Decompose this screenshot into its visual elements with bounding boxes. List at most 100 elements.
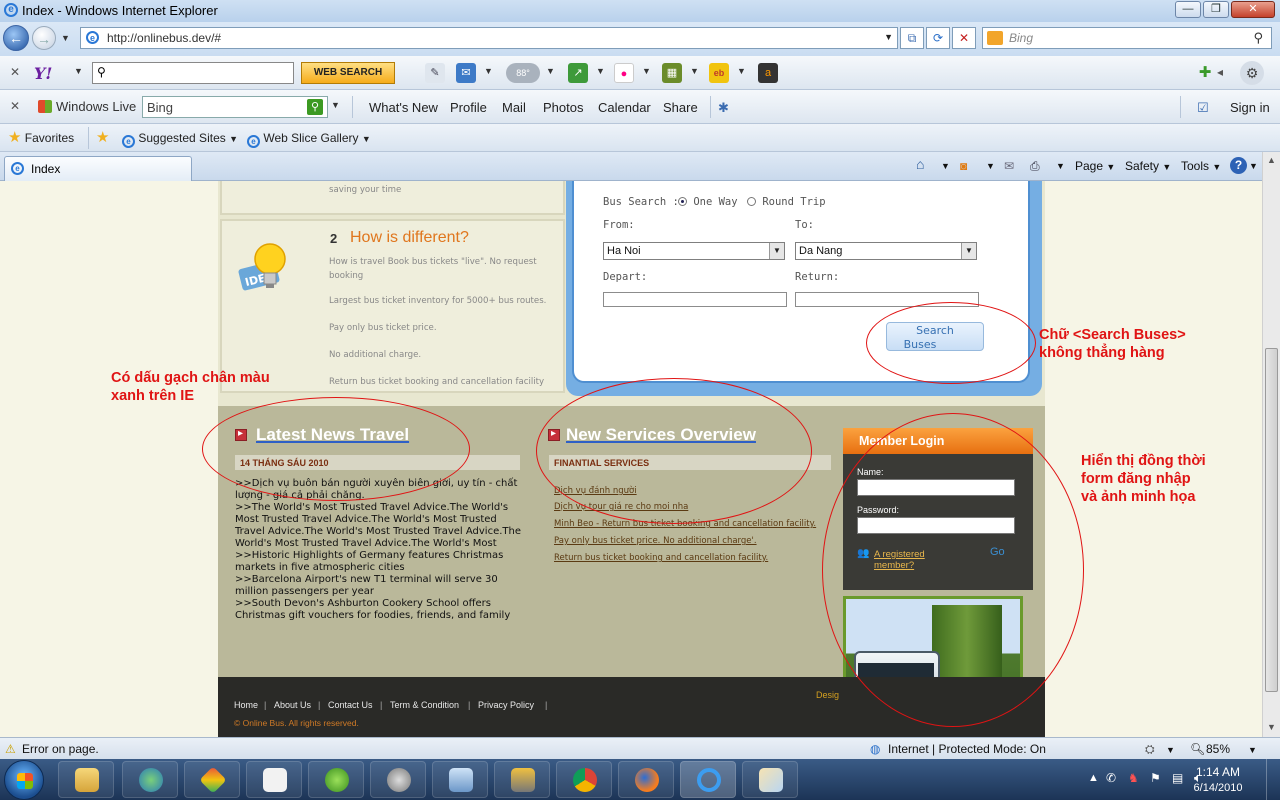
address-dropdown-icon[interactable]: ▼ [884, 32, 893, 42]
taskbar-network[interactable] [122, 761, 178, 798]
to-select[interactable]: Da Nang ▼ [795, 242, 977, 260]
weather-dropdown[interactable]: ▼ [546, 66, 555, 76]
tab-index[interactable]: e Index [4, 156, 192, 182]
taskbar-explorer[interactable] [58, 761, 114, 798]
close-toolbar-icon[interactable]: ✕ [10, 99, 20, 113]
error-text[interactable]: Error on page. [22, 742, 99, 756]
forward-button[interactable]: → [32, 26, 56, 50]
flickr-icon[interactable]: ● [614, 63, 634, 83]
taskbar-firefox[interactable] [618, 761, 674, 798]
scrollbar-thumb[interactable] [1265, 348, 1278, 692]
web-slice-gallery-link[interactable]: e Web Slice Gallery ▼ [247, 131, 371, 148]
security-icon[interactable]: ⛭ [1145, 742, 1155, 757]
taskbar-app3[interactable] [184, 761, 240, 798]
tools-menu[interactable]: Tools ▼ [1181, 159, 1221, 173]
taskbar-paint[interactable] [742, 761, 798, 798]
live-link-calendar[interactable]: Calendar [598, 100, 651, 115]
mail-dropdown[interactable]: ▼ [484, 66, 493, 76]
news-icon[interactable]: ▦ [662, 63, 682, 83]
home-icon[interactable]: ⌂ [916, 156, 924, 172]
web-search-button[interactable]: WEB SEARCH [301, 62, 395, 84]
footer-link-privacy[interactable]: Privacy Policy [478, 700, 534, 710]
ebay-dropdown[interactable]: ▼ [737, 66, 746, 76]
translate-icon[interactable]: ✱ [718, 100, 729, 116]
print-dropdown[interactable]: ▼ [1056, 161, 1065, 171]
help-icon[interactable]: ? [1230, 157, 1247, 174]
add-to-favorites-icon[interactable]: ★ [96, 128, 109, 146]
amazon-icon[interactable]: a [758, 63, 778, 83]
taskbar-app7[interactable] [432, 761, 488, 798]
finance-icon[interactable]: ↗ [568, 63, 588, 83]
tray-app-icon[interactable]: ♞ [1128, 771, 1139, 785]
flickr-dropdown[interactable]: ▼ [642, 66, 651, 76]
sign-in-link[interactable]: Sign in [1230, 100, 1270, 115]
zoom-dropdown[interactable]: ▼ [1248, 745, 1257, 755]
close-button[interactable]: ✕ [1231, 1, 1275, 18]
taskbar-app4[interactable] [246, 761, 302, 798]
feeds-icon[interactable]: ◙ [960, 159, 967, 173]
settings-gear-icon[interactable]: ⚙ [1240, 61, 1264, 85]
compatibility-view-icon[interactable]: ⧉ [900, 27, 924, 49]
address-bar[interactable]: e http://onlinebus.dev/# ▼ [80, 27, 898, 49]
tray-expand-icon[interactable]: ▲ [1088, 772, 1099, 784]
live-search-dropdown[interactable]: ▼ [331, 100, 340, 110]
taskbar-chrome[interactable] [556, 761, 612, 798]
taskbar-app8[interactable] [494, 761, 550, 798]
start-button[interactable] [4, 760, 44, 800]
service-link[interactable]: Return bus ticket booking and cancellati… [554, 553, 768, 563]
refresh-icon[interactable]: ⟳ [926, 27, 950, 49]
windows-live-brand[interactable]: Windows Live [38, 99, 136, 114]
add-button-icon[interactable]: ✚ [1195, 63, 1215, 83]
taskbar-app5[interactable] [308, 761, 364, 798]
live-link-mail[interactable]: Mail [502, 100, 526, 115]
taskbar-app6[interactable] [370, 761, 426, 798]
scroll-left-icon[interactable]: ◂ [1217, 65, 1223, 79]
safety-menu[interactable]: Safety ▼ [1125, 159, 1171, 173]
clock-date[interactable]: 6/14/2010 [1178, 782, 1258, 794]
from-select[interactable]: Ha Noi ▼ [603, 242, 785, 260]
search-go-icon[interactable]: ⚲ [307, 99, 323, 115]
bing-search-box[interactable]: Bing ⚲ [982, 27, 1272, 49]
scroll-up-icon[interactable]: ▲ [1267, 155, 1276, 165]
live-link-whats-new[interactable]: What's New [369, 100, 438, 115]
yahoo-logo[interactable]: Y! [34, 64, 52, 83]
footer-link-terms[interactable]: Term & Condition [390, 700, 459, 710]
mail-icon[interactable]: ✉ [456, 63, 476, 83]
close-toolbar-icon[interactable]: ✕ [10, 65, 20, 79]
recent-pages-dropdown[interactable]: ▼ [61, 33, 70, 43]
vertical-scrollbar[interactable]: ▲ ▼ [1262, 152, 1280, 737]
round-trip-radio[interactable]: Round Trip [747, 196, 826, 208]
clock-time[interactable]: 1:14 AM [1178, 765, 1258, 779]
print-icon[interactable]: ⎙ [1030, 159, 1040, 174]
minimize-button[interactable]: — [1175, 1, 1201, 18]
ebay-icon[interactable]: eb [709, 63, 729, 83]
live-link-share[interactable]: Share [663, 100, 698, 115]
search-icon[interactable]: ⚲ [1253, 30, 1263, 46]
chevron-down-icon[interactable]: ▼ [1166, 745, 1175, 755]
read-mail-icon[interactable]: ✉ [1004, 159, 1014, 173]
action-center-icon[interactable]: ⚑ [1150, 771, 1161, 785]
maximize-button[interactable]: ❐ [1203, 1, 1229, 18]
depart-date-input[interactable] [603, 292, 787, 307]
warning-icon[interactable]: ⚠ [5, 742, 16, 756]
yahoo-search-input[interactable]: ⚲ [92, 62, 294, 84]
footer-link-about[interactable]: About Us [274, 700, 311, 710]
service-link[interactable]: Pay only bus ticket price. No additional… [554, 536, 757, 546]
home-dropdown[interactable]: ▼ [941, 161, 950, 171]
news-dropdown[interactable]: ▼ [690, 66, 699, 76]
finance-dropdown[interactable]: ▼ [596, 66, 605, 76]
stop-icon[interactable]: ✕ [952, 27, 976, 49]
taskbar-internet-explorer[interactable] [680, 761, 736, 798]
checkbox-icon[interactable]: ☑ [1197, 100, 1209, 116]
page-menu[interactable]: Page ▼ [1075, 159, 1115, 173]
suggested-sites-link[interactable]: e Suggested Sites ▼ [122, 131, 238, 148]
live-link-profile[interactable]: Profile [450, 100, 487, 115]
feeds-dropdown[interactable]: ▼ [986, 161, 995, 171]
footer-link-contact[interactable]: Contact Us [328, 700, 373, 710]
footer-link-home[interactable]: Home [234, 700, 258, 710]
back-button[interactable]: ← [3, 25, 29, 51]
help-dropdown[interactable]: ▼ [1249, 161, 1258, 171]
show-desktop-button[interactable] [1266, 759, 1280, 800]
tray-app-icon[interactable]: ✆ [1106, 771, 1116, 785]
favorites-button[interactable]: ★ Favorites [8, 128, 74, 146]
